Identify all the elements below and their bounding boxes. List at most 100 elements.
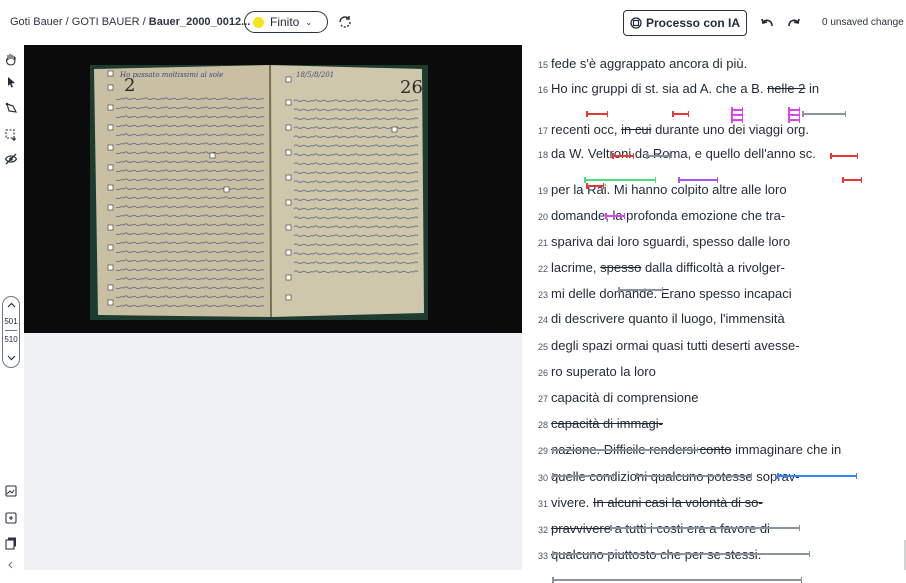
collapse-left-icon[interactable] [4, 560, 18, 570]
annotation-marker[interactable] [842, 177, 862, 182]
line-text: immaginare che in [731, 442, 842, 457]
breadcrumb-separator: / [139, 16, 149, 28]
line-text: spariva dai loro sguardi, spesso dalle l… [551, 234, 791, 249]
transcription-line[interactable]: 28 capacità di immagi- [538, 416, 663, 431]
transcription-line[interactable]: 16 Ho inc gruppi di st. sia ad A. che a B… [538, 81, 819, 96]
draw-polygon-icon[interactable] [4, 101, 18, 115]
annotation-marker[interactable] [788, 107, 800, 112]
line-number: 20 [538, 212, 549, 222]
line-text: ro superato la loro [551, 364, 656, 379]
annotation-marker[interactable] [605, 213, 625, 218]
line-number: 30 [538, 473, 549, 483]
transcription-line[interactable]: 32 pravvivere a tutti i costi era a favor… [538, 521, 770, 536]
annotation-marker[interactable] [636, 473, 752, 478]
line-text: da W. Veltroni da Roma, e quello dell'an… [551, 146, 816, 161]
annotation-marker[interactable] [586, 183, 604, 188]
line-number: 21 [538, 238, 549, 248]
line-number: 28 [538, 420, 549, 430]
annotation-marker[interactable] [584, 177, 656, 182]
transcription-line[interactable]: 25 degli spazi ormai quasi tutti deserti … [538, 338, 800, 353]
line-text: lacrime, [551, 260, 601, 275]
line-number: 19 [538, 186, 549, 196]
line-number: 25 [538, 342, 549, 352]
transcription-line[interactable]: 21 spariva dai loro sguardi, spesso dalle… [538, 234, 790, 249]
chevron-down-icon: ⌄ [305, 17, 313, 27]
transcription-line[interactable]: 26 ro superato la loro [538, 364, 656, 379]
undo-icon[interactable] [760, 16, 774, 28]
hand-pan-icon[interactable] [4, 52, 18, 66]
annotation-marker[interactable] [552, 577, 802, 582]
struck-text: in cui [621, 122, 652, 137]
annotation-marker[interactable] [612, 153, 634, 158]
pager-divider [5, 330, 17, 331]
struck-text: nelle 2 [767, 81, 806, 96]
right-page-number: 26 [400, 77, 423, 98]
ai-process-label: Processo con IA [645, 16, 741, 30]
line-number: 15 [538, 60, 549, 70]
struck-text: qualcuno piuttosto che per se stessi. [551, 547, 762, 562]
add-region-icon[interactable] [4, 128, 18, 142]
line-number: 17 [538, 126, 549, 136]
transcription-line[interactable]: 20 domande, la profonda emozione che tra- [538, 208, 785, 223]
transcription-line[interactable]: 15 fede s'è aggrappato ancora di più. [538, 56, 747, 71]
transcription-line[interactable]: 19 per la Rai. Mi hanno colpito altre all… [538, 182, 787, 197]
transcription-line[interactable]: 31 vivere. In alcuni casi la volontà di s… [538, 495, 763, 510]
annotation-marker[interactable] [788, 117, 800, 122]
sync-icon[interactable] [337, 14, 353, 30]
image-export-icon[interactable] [4, 484, 18, 498]
hide-regions-icon[interactable] [4, 152, 18, 166]
transcription-line[interactable]: 18 da W. Veltroni da Roma, e quello dell'… [538, 146, 816, 161]
breadcrumb-collection[interactable]: Goti Bauer [10, 16, 63, 28]
line-text: capacità di comprensione [551, 390, 699, 405]
breadcrumb: Goti Bauer / GOTI BAUER / Bauer_2000_001… [10, 16, 250, 28]
breadcrumb-document[interactable]: GOTI BAUER [72, 16, 140, 28]
page-navigator: 501 510 [2, 296, 20, 368]
annotation-marker[interactable] [731, 107, 743, 112]
chevron-up-icon[interactable] [7, 302, 16, 308]
annotation-marker[interactable] [802, 111, 846, 116]
line-number: 29 [538, 446, 549, 456]
annotation-marker[interactable] [552, 473, 614, 478]
unsaved-changes-counter: 0 unsaved change [822, 17, 904, 28]
line-number: 22 [538, 264, 549, 274]
transcription-line[interactable]: 22 lacrime, spesso dalla difficoltà a riv… [538, 260, 785, 275]
annotation-marker[interactable] [830, 153, 858, 158]
annotation-marker[interactable] [777, 473, 857, 478]
line-text: durante uno dei viaggi org. [651, 122, 810, 137]
annotation-marker[interactable] [646, 153, 670, 158]
pointer-select-icon[interactable] [4, 75, 18, 89]
layers-icon[interactable] [4, 536, 18, 550]
annotation-marker[interactable] [672, 111, 689, 116]
line-number: 23 [538, 290, 549, 300]
document-image-viewer[interactable]: 2 26 Ho passato moltissimi al sole 18/5/… [24, 45, 522, 333]
status-dot [253, 16, 264, 28]
transcription-line[interactable]: 30 quelle condizioni qualcuno potesse sop… [538, 469, 800, 484]
struck-text: spesso [600, 260, 642, 275]
line-text: dalla difficoltà a rivolger- [641, 260, 785, 275]
viewer-empty-area [24, 333, 522, 570]
line-number: 27 [538, 394, 549, 404]
annotation-marker[interactable] [618, 287, 663, 292]
annotation-marker[interactable] [788, 112, 800, 117]
chevron-down-icon[interactable] [7, 355, 16, 361]
breadcrumb-separator: / [62, 16, 72, 28]
annotation-marker[interactable] [552, 447, 698, 452]
transcription-line[interactable]: 17 recenti occ, in cui durante uno dei vi… [538, 122, 809, 137]
add-page-icon[interactable] [4, 511, 18, 525]
struck-text: capacità di immagi- [551, 416, 664, 431]
line-text: di descrivere quanto il luogo, l'immensi… [551, 311, 785, 326]
transcription-line[interactable]: 24 di descrivere quanto il luogo, l'immen… [538, 311, 785, 326]
annotation-marker[interactable] [552, 551, 810, 556]
transcription-line[interactable]: 27 capacità di comprensione [538, 390, 698, 405]
status-dropdown[interactable]: Finito ⌄ [244, 11, 328, 33]
redo-icon[interactable] [787, 16, 801, 28]
annotation-marker[interactable] [610, 525, 800, 530]
transcription-line[interactable]: 23 mi delle domande. Erano spesso incapac… [538, 286, 792, 301]
transcription-line[interactable]: 33 qualcuno piuttosto che per se stessi. [538, 547, 761, 562]
ai-process-button[interactable]: Processo con IA [623, 10, 747, 36]
current-page-number[interactable]: 501 [3, 317, 19, 326]
annotation-marker[interactable] [731, 112, 743, 117]
annotation-marker[interactable] [586, 111, 608, 116]
annotation-marker[interactable] [731, 117, 743, 122]
annotation-marker[interactable] [678, 177, 718, 182]
